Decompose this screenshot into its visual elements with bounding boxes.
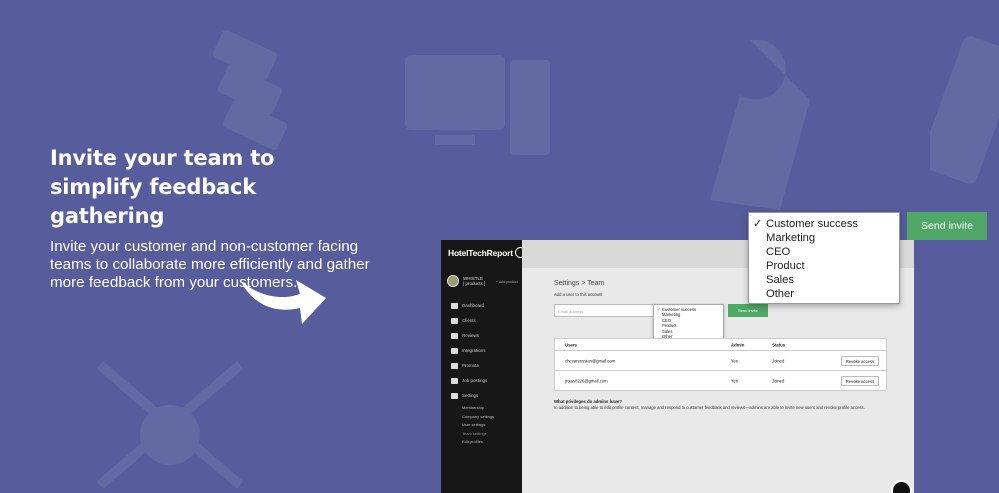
callout-option-sales[interactable]: Sales — [753, 273, 899, 287]
app-sidebar: HotelTechReport WHISTLE [ products ] + A… — [441, 240, 526, 493]
admin-value: Yes — [731, 358, 738, 363]
megaphone-icon — [451, 362, 458, 369]
status-value: Joined — [772, 378, 785, 384]
settings-subnav: Membership Company settings User setting… — [462, 404, 494, 447]
callout-option-customer-success[interactable]: ✓ Customer success — [753, 217, 899, 231]
admin-value: Yes — [731, 378, 738, 384]
sidebar-item-dashboard[interactable]: Dashboard — [451, 298, 487, 313]
account-subtitle: [ products ] — [463, 281, 486, 286]
callout-option-product[interactable]: Product — [753, 259, 899, 273]
server-icon — [212, 30, 288, 150]
send-invite-callout-button[interactable]: Send invite — [907, 212, 987, 240]
sliders-icon — [451, 392, 458, 399]
sidebar-item-reviews[interactable]: Reviews — [451, 328, 487, 343]
mail-icon — [451, 377, 458, 384]
faq-question: What privileges do admins have? — [554, 399, 623, 404]
subnav-item-team-settings[interactable]: Team settings — [462, 430, 494, 439]
role-dropdown-callout: ✓ Customer success Marketing CEO Product … — [748, 212, 900, 304]
revoke-access-button[interactable]: Revoke access — [841, 376, 879, 386]
faq-answer: In addition to being able to edit profil… — [554, 405, 865, 410]
users-table: Users Admin Status chevarenssian@gmail.c… — [554, 338, 887, 391]
column-header-admin: Admin — [731, 342, 745, 347]
hero-title: Invite your team to simplify feedback ga… — [50, 146, 275, 228]
table-row: chevarenssian@gmail.com Yes Joined Revok… — [555, 351, 886, 371]
share-icon — [451, 347, 458, 354]
email-field[interactable]: Email address — [554, 304, 656, 317]
table-header: Users Admin Status — [555, 339, 886, 351]
column-header-users: Users — [565, 342, 577, 347]
sidebar-item-job-postings[interactable]: Job postings — [451, 373, 487, 388]
callout-option-ceo[interactable]: CEO — [753, 245, 899, 259]
curved-arrow-icon — [240, 280, 326, 324]
status-value: Joined — [772, 358, 785, 363]
add-product-link[interactable]: + Add product — [496, 280, 518, 284]
account-switcher[interactable]: WHISTLE [ products ] — [447, 275, 485, 287]
sidebar-item-clients[interactable]: Clients — [451, 313, 487, 328]
chat-icon — [451, 332, 458, 339]
decor-shape-icon — [930, 36, 999, 184]
callout-option-other[interactable]: Other — [753, 287, 899, 301]
subnav-item-user-settings[interactable]: User settings — [462, 421, 494, 430]
door-hanger-icon — [710, 40, 810, 210]
sidebar-item-settings[interactable]: Settings — [451, 388, 487, 403]
user-email: chevarenssian@gmail.com — [565, 358, 616, 363]
drone-icon — [96, 361, 244, 489]
subnav-item-membership[interactable]: Membership — [462, 404, 494, 413]
column-header-status: Status — [772, 342, 786, 347]
subnav-item-edit-profiles[interactable]: Edit profiles — [462, 438, 494, 447]
users-icon — [451, 317, 458, 324]
brand-logo: HotelTechReport — [448, 247, 526, 259]
sidebar-nav: Dashboard Clients Reviews Integrations P… — [451, 298, 487, 403]
revoke-access-button[interactable]: Revoke access — [841, 356, 879, 366]
home-icon — [451, 302, 458, 309]
computer-icon — [405, 55, 550, 155]
subnav-item-company-settings[interactable]: Company settings — [462, 413, 494, 422]
sidebar-item-promote[interactable]: Promote — [451, 358, 487, 373]
table-row: jrojas0226@gmail.com Yes Joined Revoke a… — [555, 371, 886, 391]
callout-option-marketing[interactable]: Marketing — [753, 231, 899, 245]
user-email: jrojas0226@gmail.com — [565, 378, 608, 384]
admin-privileges-info: What privileges do admins have? In addit… — [554, 399, 887, 411]
account-avatar — [447, 275, 459, 287]
send-invite-button[interactable]: Send invite — [728, 304, 768, 317]
checkmark-icon: ✓ — [753, 218, 763, 230]
chat-launcher-icon[interactable] — [891, 480, 912, 493]
sidebar-item-integrations[interactable]: Integrations — [451, 343, 487, 358]
